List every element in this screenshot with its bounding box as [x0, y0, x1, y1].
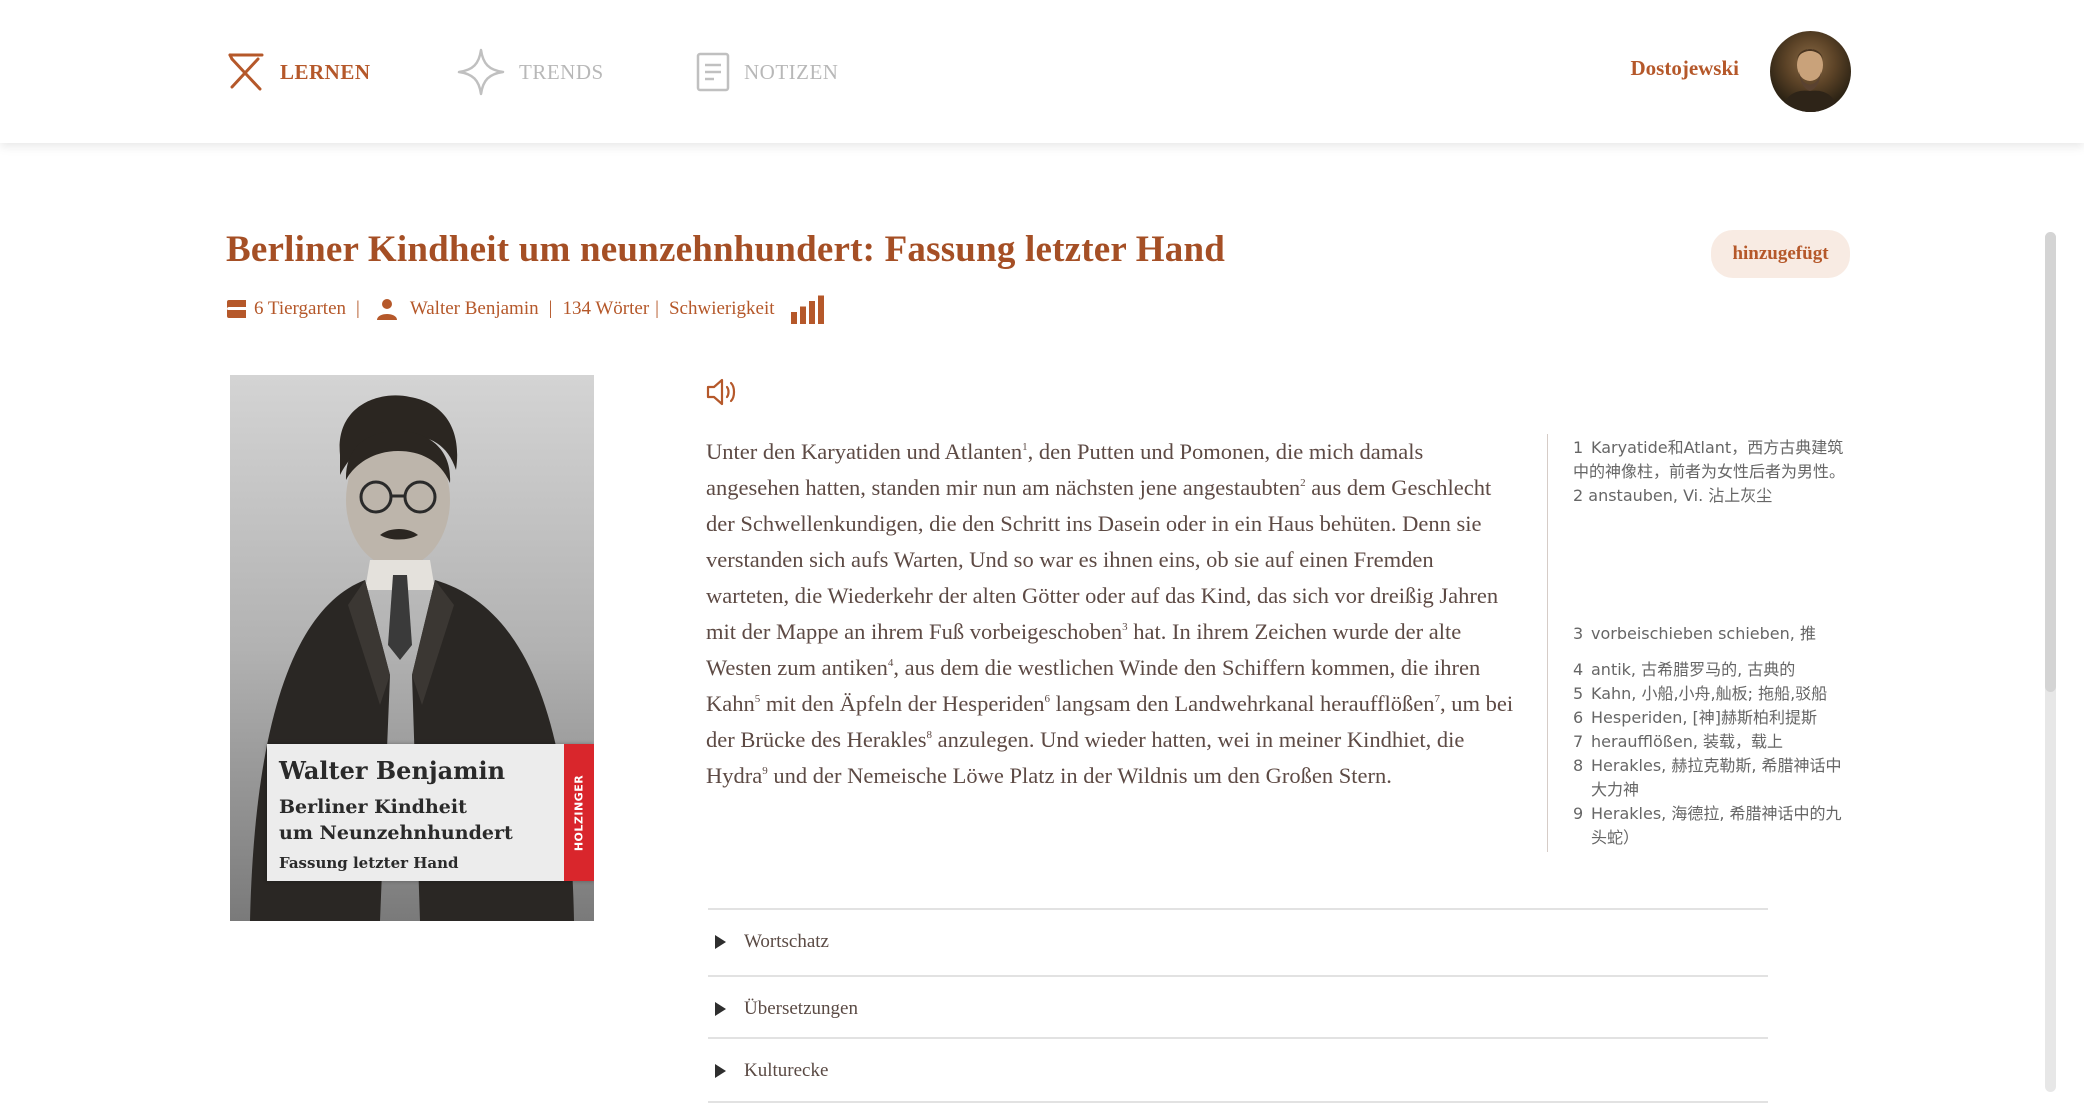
publisher-strip: HOLZINGER — [564, 744, 594, 881]
footnote-text: vorbeischieben schieben, 推 — [1591, 624, 1816, 643]
difficulty-label: Schwierigkeit — [668, 298, 775, 319]
expand-triangle-icon — [715, 935, 726, 949]
section-label: Wortschatz — [744, 931, 829, 952]
section-uebersetzungen[interactable]: Übersetzungen — [708, 975, 1768, 1041]
meta-divider: | — [655, 298, 659, 319]
difficulty-bar — [817, 295, 824, 324]
footnote-item: 6 Hesperiden, [神]赫斯柏利提斯 — [1573, 706, 1853, 730]
bookmark-icon — [226, 299, 248, 319]
person-icon — [376, 298, 398, 320]
expand-triangle-icon — [715, 1064, 726, 1078]
section-label: Übersetzungen — [744, 998, 858, 1019]
footnote-text: Herakles, 赫拉克勒斯, 希腊神话中大力神 — [1591, 756, 1842, 799]
nav-tab-label: NOTIZEN — [744, 59, 839, 84]
difficulty-bar — [799, 306, 806, 324]
nav-tab-label: LERNEN — [280, 59, 371, 84]
nav-tab-notizen[interactable]: NOTIZEN — [696, 46, 838, 98]
sparkle-icon — [457, 48, 505, 96]
cover-title: Berliner Kindheit um Neunzehnhundert — [279, 794, 539, 846]
notes-icon — [696, 52, 730, 92]
footnote-item: 8 Herakles, 赫拉克勒斯, 希腊神话中大力神 — [1573, 754, 1853, 802]
added-status-badge[interactable]: hinzugefügt — [1711, 230, 1850, 278]
nav-tab-trends[interactable]: TRENDS — [457, 46, 604, 98]
text-segment: Unter den Karyatiden und Atlanten — [706, 439, 1023, 464]
footnote-text: Hesperiden, [神]赫斯柏利提斯 — [1591, 708, 1818, 727]
footnote-number: 4 — [1573, 660, 1584, 679]
section-divider — [708, 1101, 1768, 1103]
difficulty-bars-icon — [789, 294, 827, 324]
footnote-text: Kahn, 小船,小舟,舢板; 拖船,驳船 — [1591, 684, 1828, 703]
footnote-item: 7 heraufflößen, 装载，载上 — [1573, 730, 1853, 754]
cover-title-label: Walter Benjamin Berliner Kindheit um Neu… — [267, 744, 594, 881]
user-name-link[interactable]: Dostojewski — [1631, 56, 1740, 81]
top-navigation-bar: LERNEN TRENDS NOTIZEN Dostojewski — [0, 0, 2084, 143]
section-label: Kulturecke — [744, 1060, 829, 1081]
text-segment: und der Nemeische Löwe Platz in der Wild… — [767, 763, 1392, 788]
footnote-number: 9 — [1573, 804, 1584, 823]
article-meta: 6 Tiergarten | Walter Benjamin | 134 Wör… — [226, 289, 833, 329]
section-wortschatz[interactable]: Wortschatz — [708, 908, 1768, 974]
learn-icon — [226, 51, 266, 93]
meta-divider: | — [548, 298, 553, 319]
footnote-number: 3 — [1573, 624, 1584, 643]
footnote-number: 5 — [1573, 684, 1584, 703]
word-count: 134 Wörter — [562, 298, 650, 319]
reading-text: Unter den Karyatiden und Atlanten1, den … — [706, 434, 1516, 794]
publisher-name: HOLZINGER — [572, 774, 586, 851]
footnote-text: heraufflößen, 装载，载上 — [1591, 732, 1784, 751]
avatar[interactable] — [1770, 31, 1851, 112]
chapter-label: 6 Tiergarten — [254, 298, 347, 319]
footnote-item: 1 Karyatide和Atlant，西方古典建筑中的神像柱，前者为女性后者为男… — [1573, 436, 1853, 508]
difficulty-bar — [790, 312, 797, 324]
footnote-divider — [1547, 434, 1548, 852]
scrollbar-thumb[interactable] — [2045, 232, 2056, 692]
footnote-item: 4 antik, 古希腊罗马的, 古典的 — [1573, 658, 1853, 682]
footnote-number: 1 — [1573, 438, 1584, 457]
text-segment: mit den Äpfeln der Hesperiden — [760, 691, 1045, 716]
cover-author: Walter Benjamin — [279, 756, 506, 785]
footnote-item: 3 vorbeischieben schieben, 推 — [1573, 622, 1853, 646]
footnote-number: 7 — [1573, 732, 1584, 751]
cover-title-line: Berliner Kindheit — [279, 796, 467, 818]
cover-title-line: um Neunzehnhundert — [279, 822, 513, 844]
page-title: Berliner Kindheit um neunzehnhundert: Fa… — [226, 229, 1226, 270]
nav-tab-lernen[interactable]: LERNEN — [226, 46, 371, 98]
expand-triangle-icon — [715, 1002, 726, 1016]
cover-subtitle: Fassung letzter Hand — [279, 854, 459, 872]
author-label: Walter Benjamin — [409, 298, 539, 319]
footnote-number: 8 — [1573, 756, 1584, 775]
footnote-item: 9 Herakles, 海德拉, 希腊神话中的九头蛇） — [1573, 802, 1853, 850]
difficulty-bar — [808, 301, 815, 324]
footnote-text: Herakles, 海德拉, 希腊神话中的九头蛇） — [1591, 804, 1842, 847]
nav-tab-label: TRENDS — [519, 59, 604, 84]
meta-divider: | — [356, 298, 360, 319]
speaker-icon[interactable] — [705, 375, 739, 409]
footnote-text: antik, 古希腊罗马的, 古典的 — [1591, 660, 1796, 679]
footnote-text: Karyatide和Atlant，西方古典建筑中的神像柱，前者为女性后者为男性。… — [1573, 438, 1846, 505]
section-kulturecke[interactable]: Kulturecke — [708, 1037, 1768, 1103]
text-segment: langsam den Landwehrkanal heraufflößen — [1050, 691, 1435, 716]
book-cover: Walter Benjamin Berliner Kindheit um Neu… — [230, 375, 594, 921]
footnote-number: 6 — [1573, 708, 1584, 727]
footnote-item: 5 Kahn, 小船,小舟,舢板; 拖船,驳船 — [1573, 682, 1853, 706]
